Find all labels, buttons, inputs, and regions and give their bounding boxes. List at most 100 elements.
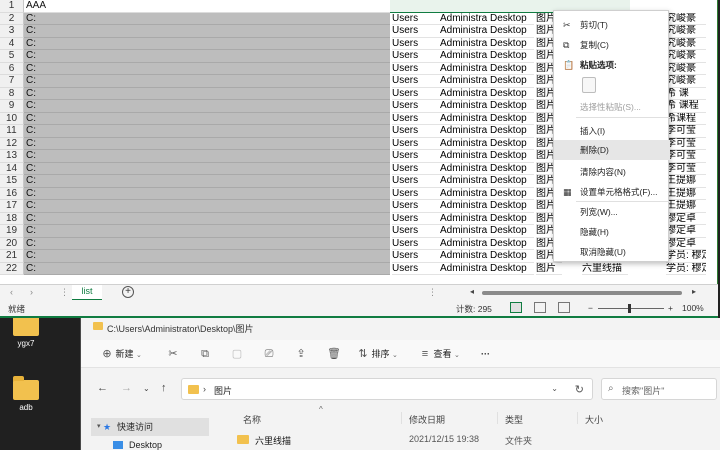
cell-b[interactable]: Users — [392, 63, 440, 75]
cell-e[interactable]: 希 课程 — [666, 100, 706, 113]
up-icon[interactable]: ↑ — [161, 382, 167, 394]
cut-button[interactable]: ✂ — [167, 347, 179, 361]
cell-c[interactable]: Administra Desktop — [440, 238, 534, 250]
row-number[interactable]: 12 — [0, 137, 24, 150]
cell-c[interactable]: Administra Desktop — [440, 225, 534, 238]
share-button[interactable]: ⇪ — [295, 347, 307, 361]
tab-next-icon[interactable]: › — [30, 287, 33, 297]
tab-prev-icon[interactable]: ‹ — [10, 287, 13, 297]
rename-button[interactable]: ⎚ — [263, 347, 275, 361]
back-icon[interactable]: ← — [97, 382, 108, 394]
cell-c[interactable]: Administra Desktop — [440, 50, 534, 63]
cell-c[interactable]: Administra Desktop — [440, 13, 534, 25]
cell-c[interactable]: Administra Desktop — [440, 38, 534, 50]
new-button[interactable]: ⊕ 新建 ⌄ — [101, 347, 142, 361]
cell-b[interactable]: Users — [392, 113, 440, 125]
cell-a[interactable]: C: — [24, 225, 390, 238]
paste-clipboard-icon[interactable] — [582, 77, 596, 93]
delete-button[interactable]: 🗑 — [327, 347, 341, 361]
cell-c[interactable]: Administra Desktop — [440, 263, 534, 275]
cell-c[interactable]: Administra Desktop — [440, 138, 534, 150]
scroll-right-icon[interactable]: ▸ — [692, 287, 696, 296]
cell-a[interactable]: C: — [24, 50, 390, 63]
menu-item-delete[interactable]: 删除(D) — [554, 140, 670, 160]
file-row[interactable]: 六里线描 2021/12/15 19:38 文件夹 — [231, 432, 720, 450]
menu-item-format-cells[interactable]: ▦ 设置单元格格式(F)... — [554, 182, 670, 202]
column-header-name[interactable]: 名称 — [243, 413, 261, 426]
cell-c[interactable]: Administra Desktop — [440, 63, 534, 75]
column-header-size[interactable]: 大小 — [585, 413, 603, 426]
row-number[interactable]: 2 — [0, 12, 24, 25]
cell-b[interactable]: Users — [392, 213, 440, 225]
chevron-down-icon[interactable]: ⌄ — [551, 384, 558, 393]
cell-b[interactable]: Users — [392, 125, 440, 138]
cell-a[interactable]: C: — [24, 175, 390, 188]
row-number[interactable]: 8 — [0, 87, 24, 100]
cell-b[interactable]: Users — [392, 188, 440, 200]
cell-a[interactable]: C: — [24, 187, 390, 200]
cell-a[interactable]: C: — [24, 212, 390, 225]
cell-a[interactable]: C: — [24, 75, 390, 88]
cell-b[interactable]: Users — [392, 50, 440, 63]
view-button[interactable]: ≡ 查看 ⌄ — [419, 347, 460, 361]
recent-locations-icon[interactable]: ⌄ — [143, 384, 150, 393]
menu-item-clear-contents[interactable]: 清除内容(N) — [554, 162, 670, 182]
row-number[interactable]: 9 — [0, 100, 24, 113]
sort-button[interactable]: ⇅ 排序 ⌄ — [357, 347, 398, 361]
row-number[interactable]: 14 — [0, 162, 24, 175]
page-break-view-button[interactable] — [558, 302, 570, 313]
cell-b[interactable]: Users — [392, 88, 440, 100]
cell-b[interactable]: Users — [392, 13, 440, 25]
row-number[interactable]: 13 — [0, 150, 24, 163]
cell-c[interactable]: Administra Desktop — [440, 175, 534, 188]
cell-a[interactable]: C: — [24, 62, 390, 75]
cell-e[interactable]: 究峻豪 — [666, 75, 706, 88]
cell-c[interactable]: Administra Desktop — [440, 25, 534, 38]
cell-e[interactable]: 李可莹 — [666, 138, 706, 150]
cell-a[interactable]: C: — [24, 87, 390, 100]
sheet-tab-list[interactable]: list — [72, 285, 102, 301]
cell-b[interactable]: Users — [392, 175, 440, 188]
cell-a[interactable]: C: — [24, 237, 390, 250]
menu-item-copy[interactable]: ⧉ 复制(C) — [554, 35, 670, 55]
row-number[interactable]: 21 — [0, 250, 24, 263]
row-number[interactable]: 7 — [0, 75, 24, 88]
cell-a[interactable]: C: — [24, 37, 390, 50]
nav-item-desktop[interactable]: Desktop — [91, 436, 209, 450]
column-header-modified[interactable]: 修改日期 — [409, 413, 445, 426]
cell-c[interactable]: Administra Desktop — [440, 200, 534, 213]
row-number[interactable]: 11 — [0, 125, 24, 138]
row-number[interactable]: 20 — [0, 237, 24, 250]
cell-a[interactable]: C: — [24, 12, 390, 25]
cell-e[interactable]: 究峻豪 — [666, 25, 706, 38]
zoom-in-icon[interactable]: + — [668, 303, 673, 313]
zoom-slider[interactable] — [598, 308, 664, 309]
menu-item-paste-options[interactable]: 📋 粘贴选项: — [554, 55, 670, 75]
cell-c[interactable]: Administra Desktop — [440, 100, 534, 113]
cell-e[interactable]: 王提娜 — [666, 175, 706, 188]
cell-e[interactable]: 穆定卓 — [666, 213, 706, 225]
cell-c[interactable]: Administra Desktop — [440, 150, 534, 163]
horizontal-scrollbar[interactable] — [482, 291, 682, 295]
cell-e[interactable]: 李可莹 — [666, 150, 706, 163]
column-divider[interactable] — [401, 412, 402, 424]
row-number[interactable]: 19 — [0, 225, 24, 238]
copy-button[interactable]: ⧉ — [199, 347, 211, 361]
cell-c[interactable]: Administra Desktop — [440, 88, 534, 100]
explorer-title-bar[interactable]: C:\Users\Administrator\Desktop\图片 — [81, 318, 720, 336]
row-number[interactable]: 22 — [0, 262, 24, 275]
desktop-icon-ygx7[interactable]: ygx7 — [6, 312, 46, 348]
cell-e[interactable]: 学员: 穆定卓 — [666, 263, 706, 275]
cell-a[interactable]: C: — [24, 125, 390, 138]
cell-a[interactable]: C: — [24, 162, 390, 175]
tab-split-icon[interactable]: ⋮ — [428, 287, 437, 298]
cell-e[interactable]: 究峻豪 — [666, 13, 706, 25]
cell-b[interactable]: Users — [392, 25, 440, 38]
cell-e[interactable]: 李可莹 — [666, 163, 706, 175]
cell-c[interactable]: Administra Desktop — [440, 250, 534, 263]
row-number[interactable]: 4 — [0, 37, 24, 50]
cell-e[interactable]: 王提娜 — [666, 200, 706, 213]
refresh-icon[interactable]: ↻ — [575, 383, 584, 396]
desktop-icon-adb[interactable]: adb — [6, 376, 46, 412]
column-divider[interactable] — [577, 412, 578, 424]
